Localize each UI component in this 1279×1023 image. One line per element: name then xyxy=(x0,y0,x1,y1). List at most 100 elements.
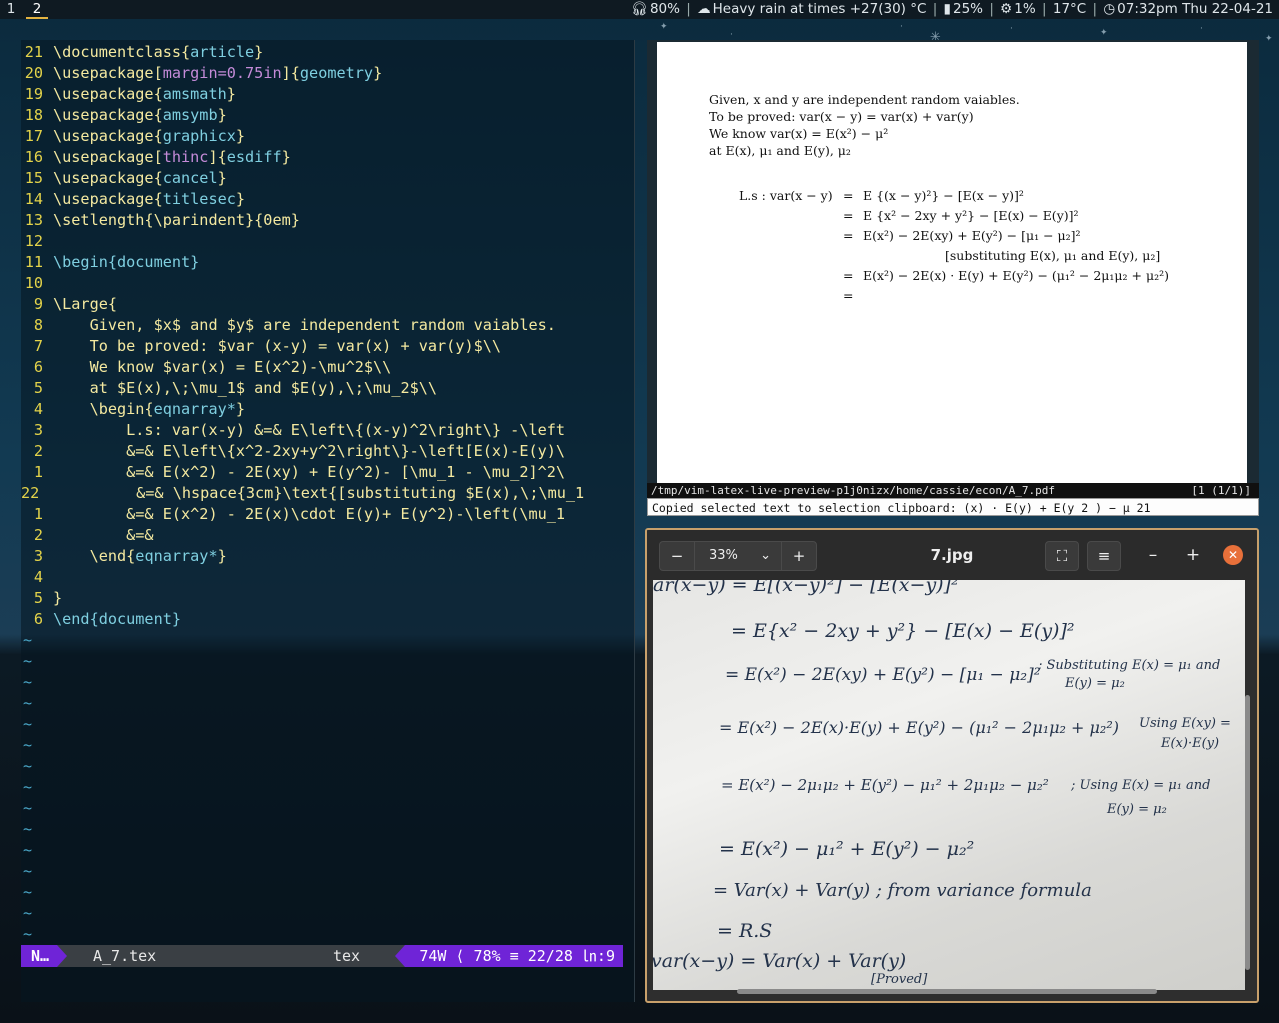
editor-line[interactable]: 6 \end{document} xyxy=(21,609,634,630)
maximize-button[interactable]: + xyxy=(1181,542,1205,568)
empty-line-marker: ~ xyxy=(23,841,33,859)
clock-value: 07:32pm Thu 22-04-21 xyxy=(1117,1,1273,17)
empty-line-marker: ~ xyxy=(23,673,33,691)
headphones-icon: 🎧︎ xyxy=(630,1,648,17)
code-text[interactable]: \usepackage{cancel} xyxy=(53,169,227,187)
code-text[interactable]: Given, $x$ and $y$ are independent rando… xyxy=(53,316,556,334)
battery-icon: ▮ xyxy=(943,1,951,17)
close-icon: ✕ xyxy=(1227,548,1239,562)
code-text[interactable]: \usepackage{amsymb} xyxy=(53,106,227,124)
empty-line-marker: ~ xyxy=(23,652,33,670)
eq-relation: = xyxy=(843,228,854,243)
editor-line[interactable]: 15 \usepackage{cancel} xyxy=(21,168,634,189)
code-text[interactable]: \begin{eqnarray*} xyxy=(53,400,245,418)
editor-line[interactable]: 13 \setlength{\parindent}{0em} xyxy=(21,210,634,231)
fullscreen-button[interactable]: ⛶ xyxy=(1045,541,1079,571)
horizontal-scrollbar[interactable] xyxy=(737,989,1157,994)
editor-line[interactable]: 4 \begin{eqnarray*} xyxy=(21,399,634,420)
image-viewer-window[interactable]: − 33% ⌄ + 7.jpg ⛶ ≡ – + ✕ ar(x−y) = E[(x… xyxy=(645,528,1259,1003)
code-text[interactable]: \end{document} xyxy=(53,610,181,628)
code-text[interactable]: } xyxy=(53,589,62,607)
handwriting-note: E(y) = μ₂ xyxy=(1107,802,1167,817)
pdf-file-path: /tmp/vim-latex-live-preview-p1j0nizx/hom… xyxy=(651,484,1055,497)
handwriting-line: = R.S xyxy=(717,920,773,942)
code-text[interactable]: \Large{ xyxy=(53,295,117,313)
eq-relation: = xyxy=(843,208,854,223)
editor-line[interactable]: 9 \Large{ xyxy=(21,294,634,315)
handwriting-line: = E(x²) − μ₁² + E(y²) − μ₂² xyxy=(719,838,975,860)
eq-relation: = xyxy=(843,288,854,303)
menu-button[interactable]: ≡ xyxy=(1087,541,1121,571)
zoom-level-value: 33% xyxy=(709,548,738,563)
editor-line[interactable]: 1 &=& E(x^2) - 2E(x)\cdot E(y)+ E(y^2)-\… xyxy=(21,504,634,525)
line-number: 5 xyxy=(33,379,43,397)
editor-line[interactable]: 21 \documentclass{article} xyxy=(21,42,634,63)
code-text[interactable]: \setlength{\parindent}{0em} xyxy=(53,211,300,229)
close-button[interactable]: ✕ xyxy=(1223,545,1243,565)
editor-line[interactable]: 7 To be proved: $var (x-y) = var(x) + va… xyxy=(21,336,634,357)
code-text[interactable]: &=& \hspace{3cm}\text{[substituting $E(x… xyxy=(63,484,584,502)
editor-line[interactable]: 3 L.s: var(x-y) &=& E\left\{(x-y)^2\righ… xyxy=(21,420,634,441)
editor-line[interactable]: 17 \usepackage{graphicx} xyxy=(21,126,634,147)
cpu-value: 1% xyxy=(1014,1,1036,17)
editor-line[interactable]: 14 \usepackage{titlesec} xyxy=(21,189,634,210)
code-text[interactable]: L.s: var(x-y) &=& E\left\{(x-y)^2\right\… xyxy=(53,421,565,439)
code-text[interactable]: To be proved: $var (x-y) = var(x) + var(… xyxy=(53,337,501,355)
zoom-in-button[interactable]: + xyxy=(781,541,817,571)
editor-line[interactable]: 19 \usepackage{amsmath} xyxy=(21,84,634,105)
weather-text: Heavy rain at times +27(30) °C xyxy=(712,1,927,17)
code-text[interactable]: &=& xyxy=(53,526,153,544)
vim-editor-window[interactable]: 21 \documentclass{article} 20 \usepackage[m… xyxy=(21,40,635,1002)
editor-line[interactable]: 1 &=& E(x^2) - 2E(xy) + E(y^2)- [\mu_1 -… xyxy=(21,462,634,483)
code-text[interactable]: \usepackage[margin=0.75in]{geometry} xyxy=(53,64,382,82)
editor-line[interactable]: 2 &=& E\left\{x^2-2xy+y^2\right\}-\left[… xyxy=(21,441,634,462)
minimize-button[interactable]: – xyxy=(1141,542,1165,568)
editor-line[interactable]: 16 \usepackage[thinc]{esdiff} xyxy=(21,147,634,168)
cpu-icon: ⚙ xyxy=(1000,1,1013,17)
code-text[interactable]: \usepackage{titlesec} xyxy=(53,190,245,208)
code-text[interactable]: &=& E\left\{x^2-2xy+y^2\right\}-\left[E(… xyxy=(53,442,565,460)
editor-line[interactable]: 20 \usepackage[margin=0.75in]{geometry} xyxy=(21,63,634,84)
zoom-out-button[interactable]: − xyxy=(659,541,695,571)
line-number: 2 xyxy=(33,442,43,460)
editor-line[interactable]: 18 \usepackage{amsymb} xyxy=(21,105,634,126)
eq-rhs: E {x² − 2xy + y²} − [E(x) − E(y)]² xyxy=(863,208,1079,223)
vertical-scrollbar[interactable] xyxy=(1245,695,1250,970)
code-text[interactable]: \documentclass{article} xyxy=(53,43,263,61)
eq-relation: = xyxy=(843,268,854,283)
minus-icon: − xyxy=(670,547,684,565)
editor-line[interactable]: 12 xyxy=(21,231,634,252)
code-text[interactable]: &=& E(x^2) - 2E(xy) + E(y^2)- [\mu_1 - \… xyxy=(53,463,565,481)
line-number: 16 xyxy=(24,148,43,166)
cursor-position: 74W ⟨ 78% ≡ 22/28 ㏑:9 xyxy=(395,945,623,967)
code-text[interactable]: &=& E(x^2) - 2E(x)\cdot E(y)+ E(y^2)-\le… xyxy=(53,505,565,523)
editor-line[interactable]: 5 at $E(x),\;\mu_1$ and $E(y),\;\mu_2$\\ xyxy=(21,378,634,399)
code-text[interactable]: \usepackage{amsmath} xyxy=(53,85,236,103)
code-text[interactable]: We know $var(x) = E(x^2)-\mu^2$\\ xyxy=(53,358,392,376)
editor-line[interactable]: 4 xyxy=(21,567,634,588)
workspace-2-button[interactable]: 2 xyxy=(26,0,48,19)
editor-line[interactable]: 6 We know $var(x) = E(x^2)-\mu^2$\\ xyxy=(21,357,634,378)
editor-line[interactable]: 10 xyxy=(21,273,634,294)
handwriting-line: = Var(x) + Var(y) ; from variance formul… xyxy=(713,880,1092,901)
code-text[interactable]: \usepackage{graphicx} xyxy=(53,127,245,145)
editor-line[interactable]: 2 &=& xyxy=(21,525,634,546)
empty-line-marker: ~ xyxy=(23,883,33,901)
separator: | xyxy=(1092,1,1098,17)
editor-line[interactable]: 22 &=& \hspace{3cm}\text{[substituting $… xyxy=(21,483,634,504)
editor-line[interactable]: 3 \end{eqnarray*} xyxy=(21,546,634,567)
code-text[interactable]: at $E(x),\;\mu_1$ and $E(y),\;\mu_2$\\ xyxy=(53,379,437,397)
editor-line[interactable]: 5} xyxy=(21,588,634,609)
code-text[interactable]: \begin{document} xyxy=(53,253,199,271)
zoom-level-dropdown[interactable]: 33% ⌄ xyxy=(694,541,782,571)
line-number: 4 xyxy=(33,568,43,586)
code-text[interactable]: \end{eqnarray*} xyxy=(53,547,227,565)
workspace-1-button[interactable]: 1 xyxy=(0,0,22,19)
editor-line[interactable]: 11 \begin{document} xyxy=(21,252,634,273)
line-number: 15 xyxy=(24,169,43,187)
plus-icon: + xyxy=(792,547,806,565)
pdf-viewer-window[interactable]: Given, x and y are independent random va… xyxy=(647,40,1259,516)
code-text[interactable]: \usepackage[thinc]{esdiff} xyxy=(53,148,291,166)
minimize-icon: – xyxy=(1148,545,1158,565)
editor-line[interactable]: 8 Given, $x$ and $y$ are independent ran… xyxy=(21,315,634,336)
